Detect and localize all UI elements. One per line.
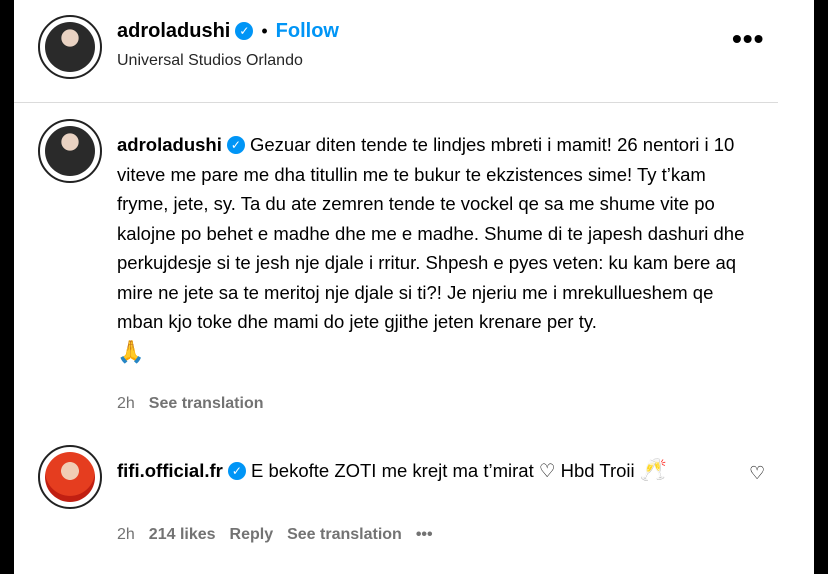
verified-badge-icon: ✓ xyxy=(227,462,246,480)
comment-meta: 2h 214 likes Reply See translation ••• xyxy=(117,526,447,544)
post-header: adroladushi ✓ • Follow xyxy=(117,20,339,43)
comment-likes-count[interactable]: 214 likes xyxy=(149,526,216,543)
location-link[interactable]: Universal Studios Orlando xyxy=(117,52,303,70)
commenter-username[interactable]: fifi.official.fr xyxy=(117,460,223,481)
comment-more-options-icon[interactable]: ••• xyxy=(416,526,433,543)
follow-button[interactable]: Follow xyxy=(276,20,339,42)
see-translation-button[interactable]: See translation xyxy=(149,395,264,412)
verified-badge-icon: ✓ xyxy=(226,136,245,154)
comment-timestamp[interactable]: 2h xyxy=(117,526,135,543)
caption-avatar[interactable] xyxy=(38,119,102,183)
separator-dot: • xyxy=(261,21,268,41)
pray-emoji-icon: 🙏 xyxy=(117,338,145,364)
caption-text: adroladushi ✓ Gezuar diten tende te lindj… xyxy=(117,130,757,367)
caption-timestamp[interactable]: 2h xyxy=(117,395,135,412)
comment-body-end: Hbd Troii xyxy=(560,460,635,481)
heart-emoji-icon: ♡ xyxy=(538,460,556,481)
author-avatar[interactable] xyxy=(38,15,102,79)
author-username[interactable]: adroladushi xyxy=(117,20,230,42)
comment-see-translation-button[interactable]: See translation xyxy=(287,526,402,543)
commenter-avatar[interactable] xyxy=(38,445,102,509)
post-panel: adroladushi ✓ • Follow Universal Studios Or… xyxy=(14,0,814,574)
clinking-glasses-emoji-icon: 🥂 xyxy=(639,457,668,482)
reply-button[interactable]: Reply xyxy=(230,526,274,543)
caption-body: Gezuar diten tende te lindjes mbreti i m… xyxy=(117,134,745,332)
caption-username[interactable]: adroladushi xyxy=(117,134,222,155)
like-comment-heart-icon[interactable]: ♡ xyxy=(749,463,765,484)
more-options-icon[interactable]: ••• xyxy=(732,25,764,53)
header-divider xyxy=(14,102,778,103)
comment-body-start: E bekofte ZOTI me krejt ma t’mirat xyxy=(251,460,534,481)
comment-text: fifi.official.fr ✓ E bekofte ZOTI me krej… xyxy=(117,455,737,486)
caption-meta: 2h See translation xyxy=(117,395,278,413)
verified-badge-icon: ✓ xyxy=(235,22,254,40)
